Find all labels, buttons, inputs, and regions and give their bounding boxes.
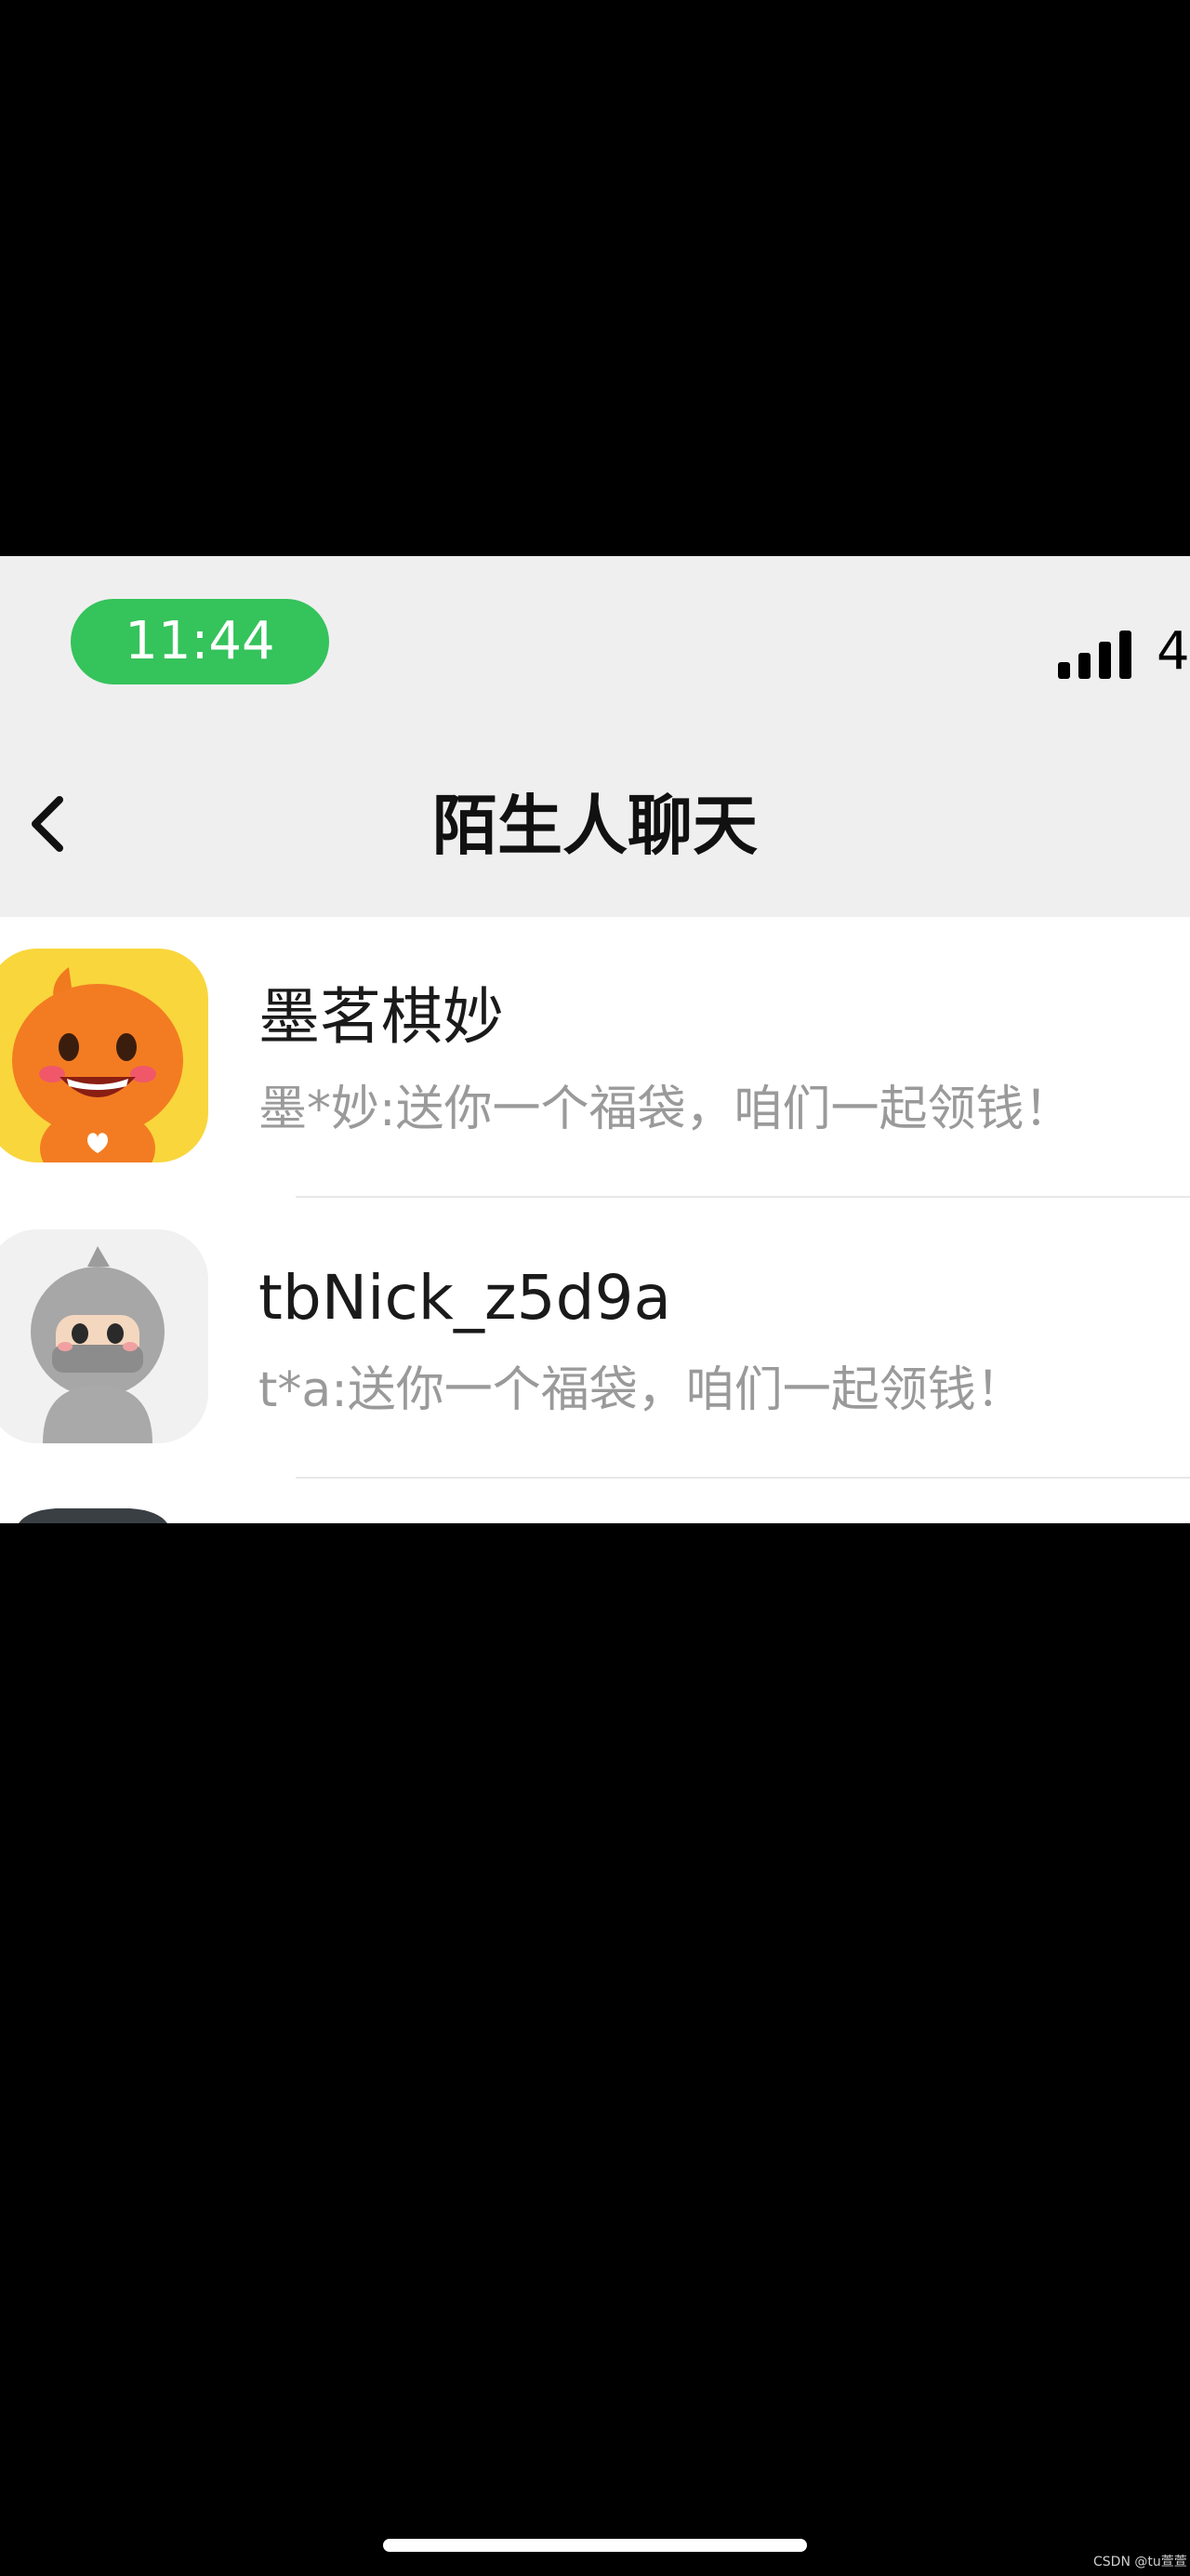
chat-name: 墨茗棋妙	[258, 981, 504, 1053]
back-chevron-icon[interactable]	[17, 785, 76, 863]
orange-mascot-avatar[interactable]	[0, 949, 208, 1162]
gray-hooded-mascot-avatar[interactable]	[0, 1229, 208, 1443]
cellular-signal-icon	[1058, 631, 1131, 679]
chat-list-item[interactable]: tbNick_z5d9a t*a:送你一个福袋，咱们一起领钱！	[0, 1198, 1190, 1479]
status-bar: 11:44 4	[0, 556, 1190, 724]
app-screen: 11:44 4 陌生人聊天 墨茗棋妙 墨*妙:送你一个福袋，咱们一起领钱！ tb…	[0, 556, 1190, 1523]
chat-preview: 墨*妙:送你一个福袋，咱们一起领钱！	[258, 1082, 1073, 1137]
page-title: 陌生人聊天	[432, 788, 758, 864]
gray-hooded-mascot-icon	[0, 1229, 208, 1443]
chat-preview: t*a:送你一个福袋，咱们一起领钱！	[258, 1362, 1025, 1418]
chat-list-item[interactable]: 墨茗棋妙 墨*妙:送你一个福袋，咱们一起领钱！	[0, 917, 1190, 1198]
partial-avatar-icon	[19, 1508, 167, 1523]
chat-name: tbNick_z5d9a	[258, 1262, 671, 1334]
navigation-bar: 陌生人聊天	[0, 724, 1190, 917]
orange-mascot-icon	[0, 949, 208, 1162]
battery-percentage: 4	[1157, 621, 1190, 682]
watermark: CSDN @tu萱萱	[1093, 2555, 1187, 2569]
chat-list: 墨茗棋妙 墨*妙:送你一个福袋，咱们一起领钱！ tbNick_z5d9a t*a…	[0, 917, 1190, 1479]
status-time: 11:44	[71, 599, 329, 684]
divider	[296, 1477, 1190, 1479]
home-indicator[interactable]	[383, 2539, 807, 2552]
